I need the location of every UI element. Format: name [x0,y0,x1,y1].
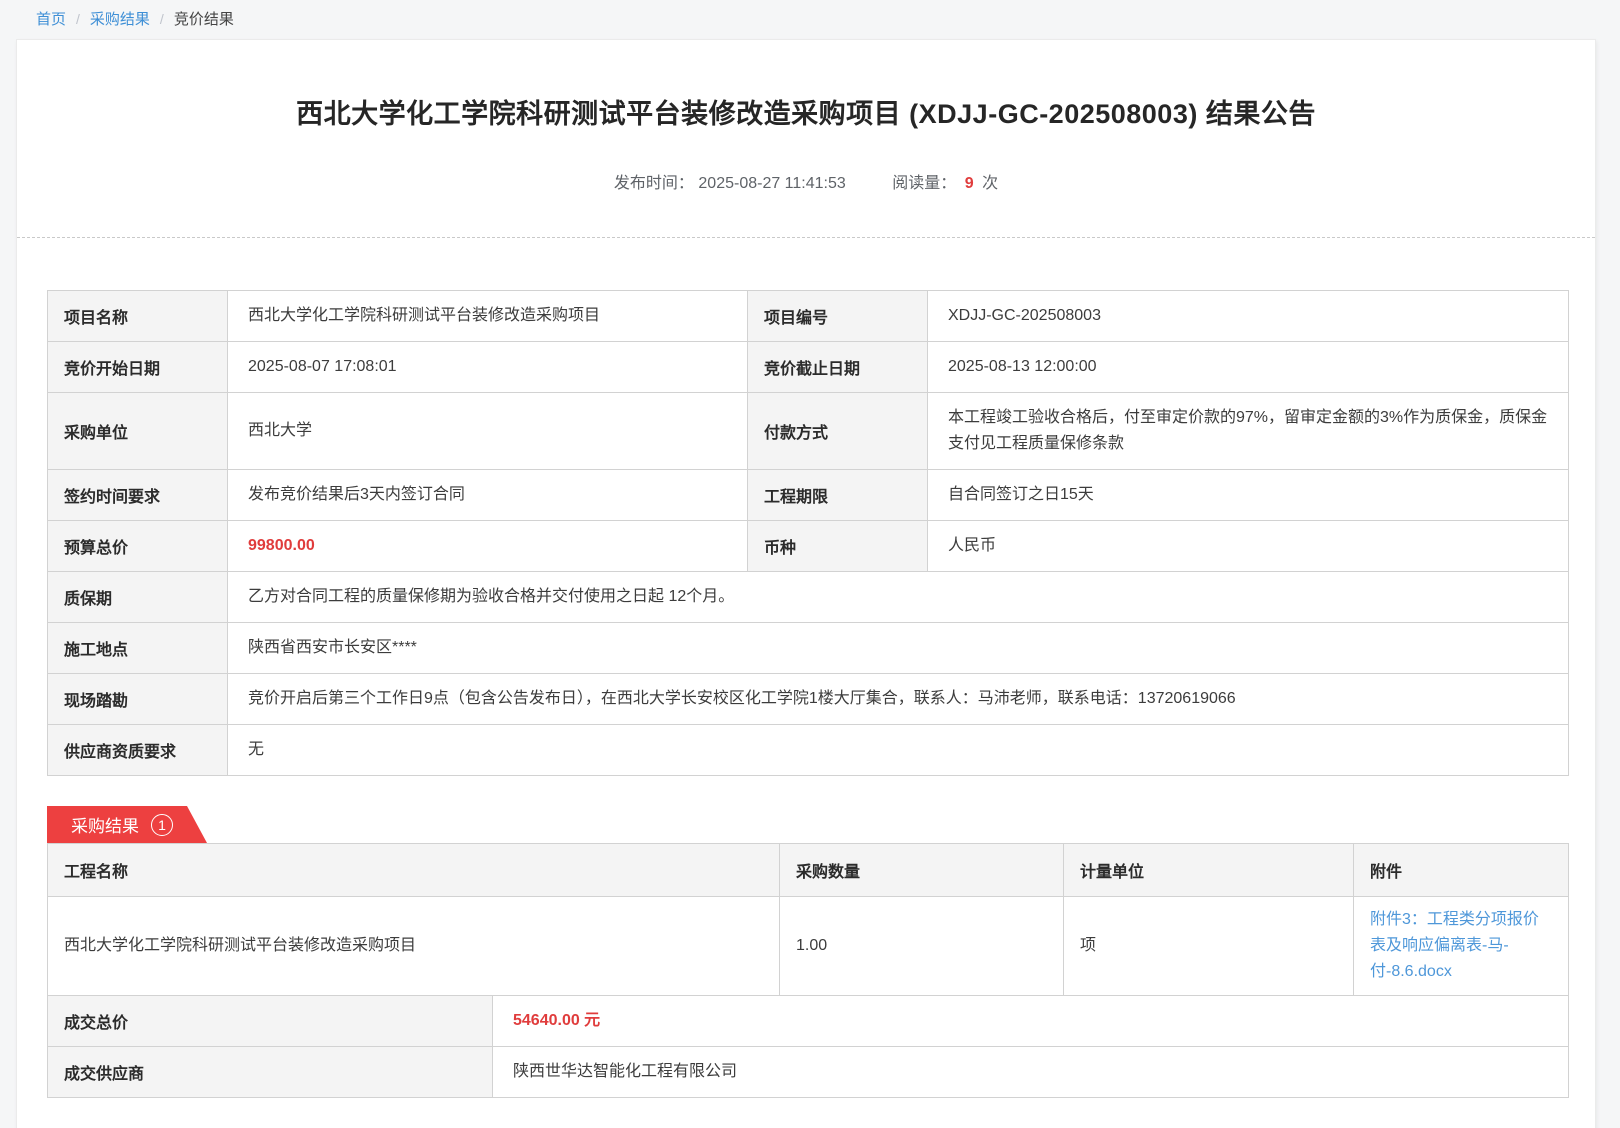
detail-label: 竞价截止日期 [748,342,928,393]
breadcrumb: 首页 / 采购结果 / 竞价结果 [0,0,1620,39]
detail-label: 工程期限 [748,470,928,521]
result-project-name: 西北大学化工学院科研测试平台装修改造采购项目 [48,897,780,996]
publish-meta: 发布时间： 2025-08-27 11:41:53 阅读量： 9 次 [17,169,1595,193]
budget-total-value: 99800.00 [228,521,748,572]
column-header-project-name: 工程名称 [48,844,780,897]
detail-label: 币种 [748,521,928,572]
table-row: 施工地点 陕西省西安市长安区**** [48,623,1569,674]
detail-label: 预算总价 [48,521,228,572]
table-row: 签约时间要求 发布竞价结果后3天内签订合同 工程期限 自合同签订之日15天 [48,470,1569,521]
detail-value: 竞价开启后第三个工作日9点（包含公告发布日），在西北大学长安校区化工学院1楼大厅… [228,674,1569,725]
detail-label: 项目编号 [748,291,928,342]
table-row: 现场踏勘 竞价开启后第三个工作日9点（包含公告发布日），在西北大学长安校区化工学… [48,674,1569,725]
publish-time-label: 发布时间： [614,175,694,192]
detail-value: 自合同签订之日15天 [928,470,1569,521]
views-count: 9 [965,175,974,192]
detail-value: 2025-08-13 12:00:00 [928,342,1569,393]
detail-label: 现场踏勘 [48,674,228,725]
breadcrumb-procurement-results-link[interactable]: 采购结果 [90,8,150,29]
detail-value: 西北大学 [228,393,748,470]
detail-label: 采购单位 [48,393,228,470]
publish-time-value: 2025-08-27 11:41:53 [698,175,845,192]
result-count-badge: 1 [151,814,173,836]
deal-price-label: 成交总价 [48,996,493,1047]
detail-label: 项目名称 [48,291,228,342]
detail-value: 无 [228,725,1569,776]
detail-label: 质保期 [48,572,228,623]
breadcrumb-home-link[interactable]: 首页 [36,8,66,29]
table-row: 采购单位 西北大学 付款方式 本工程竣工验收合格后，付至审定价款的97%，留审定… [48,393,1569,470]
table-row: 成交总价 54640.00 元 [48,996,1569,1047]
table-row: 项目名称 西北大学化工学院科研测试平台装修改造采购项目 项目编号 XDJJ-GC… [48,291,1569,342]
detail-value: 乙方对合同工程的质量保修期为验收合格并交付使用之日起 12个月。 [228,572,1569,623]
detail-value: 陕西省西安市长安区**** [228,623,1569,674]
detail-label: 签约时间要求 [48,470,228,521]
detail-label: 竞价开始日期 [48,342,228,393]
table-row: 预算总价 99800.00 币种 人民币 [48,521,1569,572]
announcement-card: 西北大学化工学院科研测试平台装修改造采购项目 (XDJJ-GC-20250800… [16,39,1596,1128]
attachment-cell: 附件3：工程类分项报价表及响应偏离表-马-付-8.6.docx [1354,897,1569,996]
table-row: 成交供应商 陕西世华达智能化工程有限公司 [48,1047,1569,1098]
views-unit: 次 [982,175,998,192]
detail-value: 2025-08-07 17:08:01 [228,342,748,393]
column-header-attachment: 附件 [1354,844,1569,897]
deal-price-value: 54640.00 元 [493,996,1569,1047]
deal-supplier-value: 陕西世华达智能化工程有限公司 [493,1047,1569,1098]
table-header-row: 工程名称 采购数量 计量单位 附件 [48,844,1569,897]
breadcrumb-separator: / [160,11,164,27]
detail-value: 人民币 [928,521,1569,572]
column-header-unit: 计量单位 [1064,844,1354,897]
breadcrumb-separator: / [76,11,80,27]
detail-value: 发布竞价结果后3天内签订合同 [228,470,748,521]
detail-label: 施工地点 [48,623,228,674]
column-header-quantity: 采购数量 [780,844,1064,897]
deal-summary-table: 成交总价 54640.00 元 成交供应商 陕西世华达智能化工程有限公司 [47,995,1569,1098]
detail-value: XDJJ-GC-202508003 [928,291,1569,342]
procurement-result-tab: 采购结果 1 [47,806,207,843]
dashed-divider [17,237,1595,238]
table-row: 质保期 乙方对合同工程的质量保修期为验收合格并交付使用之日起 12个月。 [48,572,1569,623]
procurement-result-tab-label: 采购结果 [71,812,139,837]
detail-label: 供应商资质要求 [48,725,228,776]
result-quantity: 1.00 [780,897,1064,996]
procurement-result-table: 工程名称 采购数量 计量单位 附件 西北大学化工学院科研测试平台装修改造采购项目… [47,843,1569,996]
table-row: 竞价开始日期 2025-08-07 17:08:01 竞价截止日期 2025-0… [48,342,1569,393]
page: 首页 / 采购结果 / 竞价结果 西北大学化工学院科研测试平台装修改造采购项目 … [0,0,1620,1128]
detail-label: 付款方式 [748,393,928,470]
deal-supplier-label: 成交供应商 [48,1047,493,1098]
attachment-download-link[interactable]: 附件3：工程类分项报价表及响应偏离表-马-付-8.6.docx [1370,907,1554,985]
table-row: 供应商资质要求 无 [48,725,1569,776]
breadcrumb-current-page: 竞价结果 [174,8,234,29]
table-row: 西北大学化工学院科研测试平台装修改造采购项目 1.00 项 附件3：工程类分项报… [48,897,1569,996]
detail-value: 西北大学化工学院科研测试平台装修改造采购项目 [228,291,748,342]
announcement-title: 西北大学化工学院科研测试平台装修改造采购项目 (XDJJ-GC-20250800… [17,40,1595,131]
project-details-table: 项目名称 西北大学化工学院科研测试平台装修改造采购项目 项目编号 XDJJ-GC… [47,290,1569,776]
detail-value: 本工程竣工验收合格后，付至审定价款的97%，留审定金额的3%作为质保金，质保金支… [928,393,1569,470]
result-unit: 项 [1064,897,1354,996]
views-label: 阅读量： [892,175,956,192]
